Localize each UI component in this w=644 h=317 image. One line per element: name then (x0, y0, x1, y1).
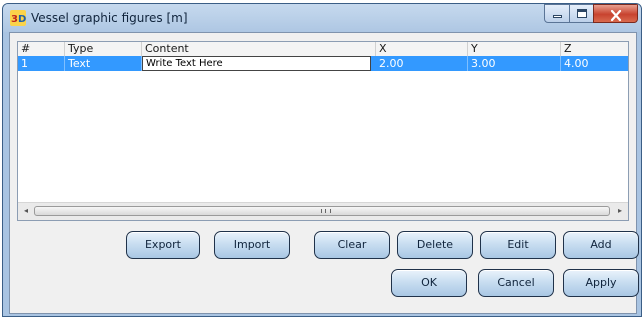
minimize-icon (553, 15, 562, 18)
horizontal-scrollbar[interactable]: ◂ ▸ (18, 202, 628, 220)
z-cell[interactable]: 4.00 (561, 56, 628, 71)
column-header-number[interactable]: # (18, 42, 65, 56)
title-bar[interactable]: 3 D Vessel graphic figures [m] (3, 4, 641, 32)
row-number-cell: 1 (18, 56, 65, 71)
dialog-window: 3 D Vessel graphic figures [m] # Type Co… (2, 3, 642, 317)
scroll-right-icon[interactable]: ▸ (616, 207, 624, 215)
table-row[interactable]: 1 Text Write Text Here 2.00 3.00 4.00 (18, 56, 628, 71)
cancel-button[interactable]: Cancel (478, 269, 554, 297)
ok-button[interactable]: OK (391, 269, 467, 297)
column-header-z[interactable]: Z (561, 42, 628, 56)
scroll-left-icon[interactable]: ◂ (22, 207, 30, 215)
column-header-content[interactable]: Content (142, 42, 376, 56)
maximize-button[interactable] (569, 4, 594, 23)
export-button[interactable]: Export (126, 231, 200, 259)
svg-text:3: 3 (11, 14, 18, 25)
x-cell[interactable]: 2.00 (376, 56, 468, 71)
3d-app-icon: 3 D (10, 10, 26, 26)
figures-grid[interactable]: # Type Content X Y Z 1 Text Write Text H… (17, 41, 629, 221)
content-edit-field[interactable]: Write Text Here (142, 56, 371, 71)
dialog-content: # Type Content X Y Z 1 Text Write Text H… (9, 32, 639, 314)
window-title: Vessel graphic figures [m] (31, 11, 188, 25)
svg-text:D: D (18, 14, 26, 25)
column-header-x[interactable]: X (376, 42, 468, 56)
grid-header: # Type Content X Y Z (18, 42, 628, 57)
grip-icon (321, 209, 331, 213)
scrollbar-thumb[interactable] (34, 206, 610, 216)
clear-button[interactable]: Clear (314, 231, 390, 259)
maximize-icon (577, 9, 587, 18)
minimize-button[interactable] (544, 4, 570, 23)
column-header-y[interactable]: Y (468, 42, 561, 56)
delete-button[interactable]: Delete (397, 231, 473, 259)
column-header-type[interactable]: Type (65, 42, 142, 56)
add-button[interactable]: Add (563, 231, 639, 259)
y-cell[interactable]: 3.00 (468, 56, 561, 71)
close-button[interactable] (593, 4, 638, 23)
type-cell[interactable]: Text (65, 56, 142, 71)
close-icon (610, 7, 622, 26)
apply-button[interactable]: Apply (563, 269, 639, 297)
edit-button[interactable]: Edit (480, 231, 556, 259)
import-button[interactable]: Import (214, 231, 290, 259)
